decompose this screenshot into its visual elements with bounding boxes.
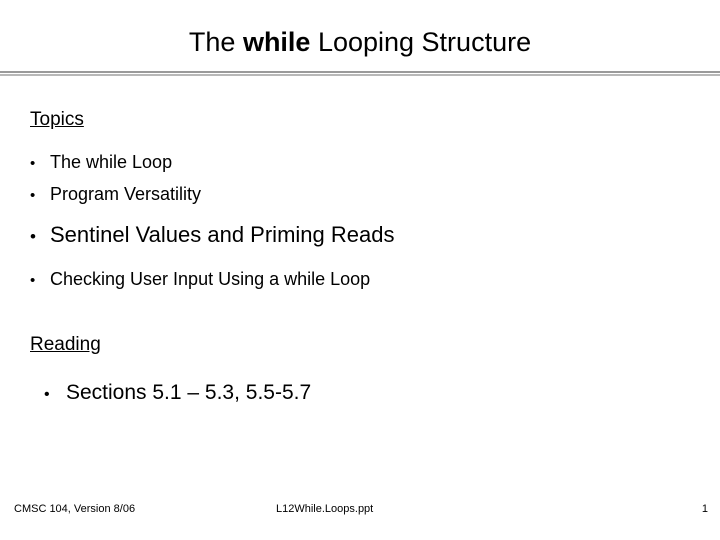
page-title: The while Looping Structure [0, 26, 720, 58]
bullet-icon: • [44, 386, 50, 403]
list-item-label: Sentinel Values and Priming Reads [50, 222, 395, 247]
slide: The while Looping Structure Topics • The… [0, 0, 720, 540]
footer-course-info: CMSC 104, Version 8/06 [14, 503, 136, 515]
list-item: • Program Versatility [30, 182, 690, 207]
page-title-suffix: Looping Structure [310, 27, 532, 57]
bullet-icon: • [30, 227, 36, 246]
list-item: • Checking User Input Using a while Loop [30, 267, 690, 292]
slide-footer: CMSC 104, Version 8/06 L12While.Loops.pp… [0, 494, 720, 540]
list-item-label: Program Versatility [50, 184, 202, 204]
reading-heading: Reading [30, 334, 101, 355]
bullet-icon: • [30, 272, 36, 289]
title-divider [0, 71, 720, 76]
list-item: • Sentinel Values and Priming Reads [30, 220, 690, 250]
list-item-label: Checking User Input Using a while Loop [50, 269, 371, 289]
page-title-prefix: The [188, 27, 243, 57]
list-item-label: Sections 5.1 – 5.3, 5.5-5.7 [66, 381, 312, 404]
slide-body: Topics • The while Loop • Program Versat… [30, 108, 690, 407]
footer-page-number: 1 [701, 503, 708, 515]
page-title-keyword: while [242, 27, 311, 57]
list-item: • The while Loop [30, 150, 690, 175]
bullet-icon: • [30, 187, 36, 204]
list-item-label: The while Loop [50, 152, 173, 172]
footer-file-name: L12While.Loops.ppt [276, 503, 374, 515]
list-item: • Sections 5.1 – 5.3, 5.5-5.7 [44, 379, 690, 407]
topics-heading: Topics [30, 109, 84, 130]
bullet-icon: • [30, 155, 36, 172]
